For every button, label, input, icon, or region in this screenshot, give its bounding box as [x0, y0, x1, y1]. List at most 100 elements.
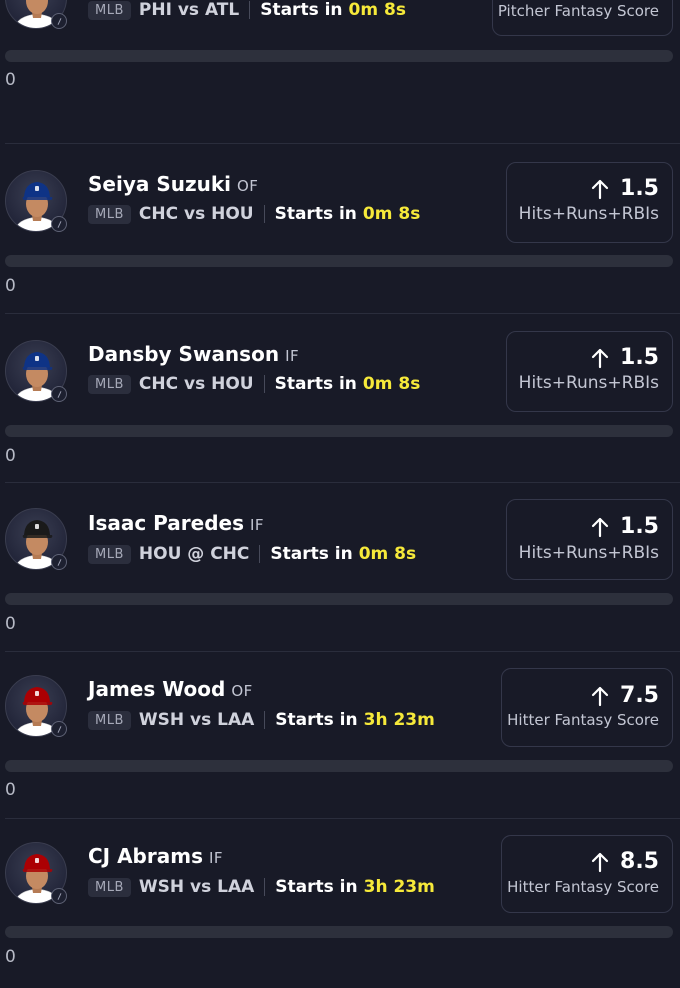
- player-card[interactable]: CJ Abrams IF MLB WSH vs LAA Starts in 3h 23m 8…: [0, 818, 680, 988]
- player-name[interactable]: Seiya Suzuki OF: [88, 172, 258, 196]
- start-countdown: 3h 23m: [363, 877, 435, 897]
- card-divider: [5, 143, 680, 144]
- projection-stat-label: Hits+Runs+RBIs: [518, 373, 659, 393]
- meta-separator: [264, 711, 266, 729]
- player-card[interactable]: Isaac Paredes IF MLB HOU @ CHC Starts in 0m 8…: [0, 482, 680, 652]
- progress-value: 0: [5, 446, 16, 466]
- projection-line: 7.5: [590, 683, 659, 708]
- starts-label: Starts in: [274, 204, 357, 224]
- league-badge: MLB: [88, 544, 131, 564]
- projection-box[interactable]: 7.5 Hitter Fantasy Score: [501, 668, 673, 747]
- team-badge-icon: [51, 13, 67, 29]
- progress-value: 0: [5, 614, 16, 634]
- start-countdown: 0m 8s: [362, 204, 421, 224]
- projection-box[interactable]: 1.5 Hits+Runs+RBIs: [506, 499, 673, 580]
- player-card[interactable]: Dansby Swanson IF MLB CHC vs HOU Starts in 0m…: [0, 313, 680, 483]
- projection-stat-label: Pitcher Fantasy Score: [497, 2, 659, 20]
- matchup-text: CHC vs HOU: [138, 204, 254, 224]
- league-badge: MLB: [88, 877, 131, 897]
- starts-label: Starts in: [274, 374, 357, 394]
- starts-label: Starts in: [275, 710, 358, 730]
- progress-value: 0: [5, 780, 16, 800]
- player-position: OF: [237, 177, 259, 195]
- projection-box[interactable]: 1.5 Hits+Runs+RBIs: [506, 162, 673, 243]
- player-card[interactable]: Jesús LuzardoPMLBPHI vs ATLStarts in0m 8…: [0, 0, 680, 134]
- progress-value: 0: [5, 276, 16, 296]
- projection-box[interactable]: 30.5Pitcher Fantasy Score: [492, 0, 673, 36]
- league-badge: MLB: [88, 374, 131, 394]
- arrow-up-icon: [591, 852, 609, 872]
- starts-label: Starts in: [260, 0, 343, 20]
- projection-line: 8.5: [590, 849, 659, 874]
- league-badge: MLB: [88, 204, 131, 224]
- projection-stat-label: Hitter Fantasy Score: [507, 711, 659, 729]
- progress-bar: [5, 425, 673, 437]
- matchup-text: WSH vs LAA: [138, 710, 255, 730]
- player-name-text: Dansby Swanson: [88, 342, 280, 366]
- team-badge-icon: [51, 888, 67, 904]
- starts-label: Starts in: [275, 877, 358, 897]
- start-countdown: 0m 8s: [362, 374, 421, 394]
- game-info: MLB WSH vs LAA Starts in 3h 23m: [88, 710, 435, 730]
- projection-value: 8.5: [620, 849, 659, 874]
- card-divider: [5, 482, 680, 483]
- progress-value: 0: [5, 947, 16, 967]
- arrow-up-icon: [591, 517, 609, 537]
- matchup-text: HOU @ CHC: [138, 544, 250, 564]
- team-badge-icon: [51, 721, 67, 737]
- progress-bar: [5, 50, 673, 62]
- projection-line: 1.5: [590, 176, 659, 201]
- progress-value: 0: [5, 70, 16, 90]
- card-divider: [5, 313, 680, 314]
- player-position: IF: [250, 516, 265, 534]
- player-position: IF: [285, 347, 300, 365]
- matchup-text: WSH vs LAA: [138, 877, 255, 897]
- arrow-up-icon: [591, 686, 609, 706]
- matchup-text: PHI vs ATL: [138, 0, 240, 20]
- league-badge: MLB: [88, 0, 131, 20]
- player-name[interactable]: Dansby Swanson IF: [88, 342, 299, 366]
- meta-separator: [263, 375, 265, 393]
- progress-bar: [5, 760, 673, 772]
- arrow-up-icon: [591, 179, 609, 199]
- projection-stat-label: Hits+Runs+RBIs: [518, 204, 659, 224]
- projection-box[interactable]: 8.5 Hitter Fantasy Score: [501, 835, 673, 913]
- matchup-text: CHC vs HOU: [138, 374, 254, 394]
- card-divider: [5, 651, 680, 652]
- meta-separator: [249, 1, 251, 19]
- projection-value: 1.5: [620, 514, 659, 539]
- start-countdown: 0m 8s: [358, 544, 417, 564]
- projection-stat-label: Hits+Runs+RBIs: [518, 543, 659, 563]
- projection-value: 7.5: [620, 683, 659, 708]
- arrow-up-icon: [591, 348, 609, 368]
- team-badge-icon: [51, 554, 67, 570]
- player-position: IF: [208, 849, 224, 867]
- starts-label: Starts in: [270, 544, 353, 564]
- projection-line: 1.5: [590, 345, 659, 370]
- meta-separator: [264, 878, 266, 896]
- projection-stat-label: Hitter Fantasy Score: [507, 878, 659, 896]
- player-card[interactable]: Seiya Suzuki OF MLB CHC vs HOU Starts in 0m 8…: [0, 143, 680, 313]
- progress-bar: [5, 926, 673, 938]
- player-name[interactable]: Isaac Paredes IF: [88, 511, 264, 535]
- player-card[interactable]: James Wood OF MLB WSH vs LAA Starts in 3h 23m…: [0, 651, 680, 821]
- meta-separator: [263, 205, 265, 223]
- game-info: MLB PHI vs ATL Starts in 0m 8s: [88, 0, 406, 20]
- player-name[interactable]: CJ Abrams IF: [88, 844, 223, 868]
- game-info: MLB HOU @ CHC Starts in 0m 8s: [88, 544, 416, 564]
- progress-bar: [5, 593, 673, 605]
- game-info: MLB WSH vs LAA Starts in 3h 23m: [88, 877, 435, 897]
- player-name-text: Isaac Paredes: [88, 511, 244, 535]
- game-info: MLB CHC vs HOU Starts in 0m 8s: [88, 204, 420, 224]
- start-countdown: 0m 8s: [348, 0, 406, 20]
- player-name-text: James Wood: [88, 677, 226, 701]
- projection-value: 1.5: [620, 176, 659, 201]
- card-divider: [5, 818, 680, 819]
- projection-line: 1.5: [590, 514, 659, 539]
- player-name[interactable]: James Wood OF: [88, 677, 253, 701]
- player-name-text: Seiya Suzuki: [88, 172, 231, 196]
- team-badge-icon: [51, 386, 67, 402]
- team-badge-icon: [51, 216, 67, 232]
- meta-separator: [259, 545, 261, 563]
- projection-box[interactable]: 1.5 Hits+Runs+RBIs: [506, 331, 673, 412]
